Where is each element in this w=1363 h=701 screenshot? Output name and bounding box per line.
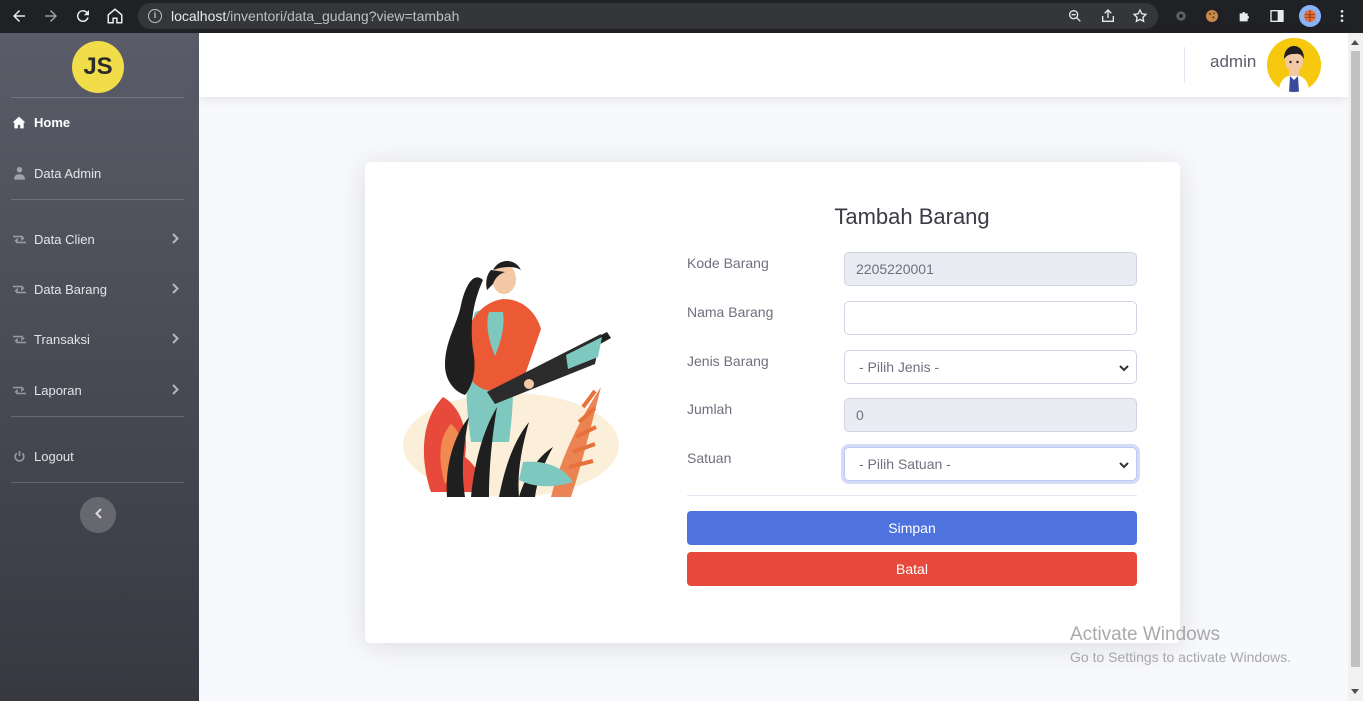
browser-toolbar: i localhost/inventori/data_gudang?view=t… <box>0 0 1363 33</box>
share-icon[interactable] <box>1099 7 1117 25</box>
chevron-down-icon <box>1118 458 1130 474</box>
user-icon <box>11 166 27 180</box>
jenis-barang-label: Jenis Barang <box>687 353 769 369</box>
chevron-right-icon <box>172 332 179 347</box>
back-icon[interactable] <box>9 6 29 26</box>
form-divider <box>687 495 1137 496</box>
retweet-icon <box>11 284 27 295</box>
extensions-puzzle-icon[interactable] <box>1236 7 1254 25</box>
kode-barang-field: 2205220001 <box>844 252 1137 286</box>
retweet-icon <box>11 234 27 245</box>
url-path: /inventori/data_gudang?view=tambah <box>226 8 460 24</box>
url-host: localhost <box>171 8 227 24</box>
form-card: Tambah Barang Kode Barang 2205220001 Nam… <box>365 162 1180 643</box>
bookmark-star-icon[interactable] <box>1131 7 1149 25</box>
chevron-left-icon <box>94 506 102 524</box>
browser-menu-icon[interactable] <box>1333 7 1351 25</box>
home-browser-icon[interactable] <box>105 6 125 26</box>
nama-barang-label: Nama Barang <box>687 304 774 320</box>
extension-gear-icon[interactable] <box>1172 7 1190 25</box>
brand-logo[interactable]: JS <box>72 41 124 93</box>
user-name[interactable]: admin <box>1210 52 1256 72</box>
chevron-down-icon <box>1118 361 1130 377</box>
chevron-right-icon <box>172 232 179 247</box>
sidebar: JS Home Data Admin Data Clien Data Baran… <box>0 33 199 701</box>
site-info-icon[interactable]: i <box>148 9 162 23</box>
scroll-down-arrow-icon[interactable] <box>1351 689 1359 694</box>
sidebar-item-laporan[interactable]: Laporan <box>0 375 199 405</box>
retweet-icon <box>11 385 27 396</box>
kode-barang-label: Kode Barang <box>687 255 769 271</box>
sidebar-item-home[interactable]: Home <box>0 107 199 137</box>
sidebar-item-data-admin[interactable]: Data Admin <box>0 158 199 188</box>
jumlah-label: Jumlah <box>687 401 733 417</box>
address-bar[interactable]: i localhost/inventori/data_gudang?view=t… <box>138 3 1158 29</box>
sidebar-item-label: Data Clien <box>34 231 95 247</box>
sidebar-item-label: Data Admin <box>34 165 102 181</box>
page-scrollbar[interactable] <box>1348 33 1363 701</box>
cancel-button[interactable]: Batal <box>687 552 1137 586</box>
topbar-divider <box>1184 47 1185 83</box>
jenis-barang-select[interactable]: - Pilih Jenis - <box>844 350 1137 384</box>
sidebar-item-label: Transaksi <box>34 331 90 347</box>
sidebar-item-logout[interactable]: Logout <box>0 441 199 471</box>
sidebar-item-data-barang[interactable]: Data Barang <box>0 274 199 304</box>
reload-icon[interactable] <box>73 6 93 26</box>
forward-icon[interactable] <box>41 6 61 26</box>
power-icon <box>11 450 27 463</box>
topbar: admin <box>199 33 1348 97</box>
zoom-icon[interactable] <box>1066 7 1084 25</box>
side-panel-icon[interactable] <box>1268 7 1286 25</box>
satuan-select[interactable]: - Pilih Satuan - <box>844 447 1137 481</box>
page-title: Tambah Barang <box>834 204 990 229</box>
chevron-right-icon <box>172 282 179 297</box>
sidebar-item-data-clien[interactable]: Data Clien <box>0 224 199 254</box>
jumlah-field: 0 <box>844 398 1137 432</box>
sidebar-divider <box>11 416 184 417</box>
sidebar-toggle-button[interactable] <box>80 497 116 533</box>
profile-avatar-icon[interactable] <box>1299 5 1321 27</box>
activation-watermark-subtitle: Go to Settings to activate Windows. <box>1070 649 1291 665</box>
kode-barang-value: 2205220001 <box>856 261 934 277</box>
sidebar-divider <box>11 97 184 98</box>
jumlah-value: 0 <box>856 407 864 423</box>
sidebar-item-transaksi[interactable]: Transaksi <box>0 324 199 354</box>
satuan-selected: - Pilih Satuan - <box>859 456 951 472</box>
avatar[interactable] <box>1267 38 1321 92</box>
jenis-barang-selected: - Pilih Jenis - <box>859 359 940 375</box>
save-button[interactable]: Simpan <box>687 511 1137 545</box>
woman-with-laptop-illustration <box>401 252 631 497</box>
url-text: localhost/inventori/data_gudang?view=tam… <box>171 8 459 24</box>
retweet-icon <box>11 334 27 345</box>
sidebar-item-label: Data Barang <box>34 281 107 297</box>
activation-watermark-title: Activate Windows <box>1070 624 1220 645</box>
sidebar-divider <box>11 199 184 200</box>
satuan-label: Satuan <box>687 450 732 466</box>
nama-barang-input[interactable] <box>844 301 1137 335</box>
chevron-right-icon <box>172 383 179 398</box>
home-icon <box>11 116 27 129</box>
scroll-up-arrow-icon[interactable] <box>1351 40 1359 45</box>
scrollbar-thumb[interactable] <box>1351 51 1360 667</box>
sidebar-item-label: Laporan <box>34 382 82 398</box>
extension-cookie-icon[interactable] <box>1203 7 1221 25</box>
sidebar-divider <box>11 482 184 483</box>
sidebar-item-label: Logout <box>34 448 74 464</box>
sidebar-item-label: Home <box>34 114 71 130</box>
